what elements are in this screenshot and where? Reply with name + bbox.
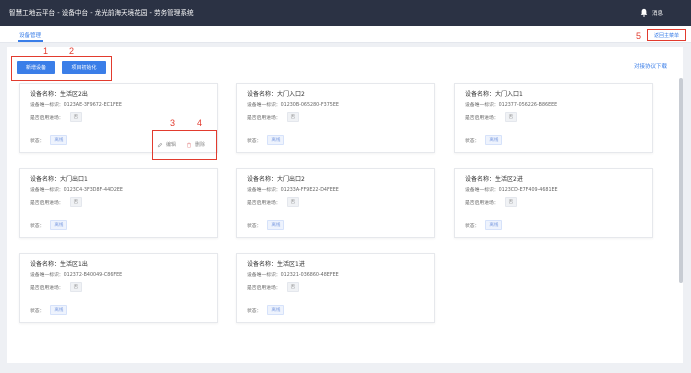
annotation-number-2: 2 — [69, 46, 75, 56]
device-status-row: 状态： 离线 — [465, 220, 503, 230]
status-badge: 离线 — [267, 305, 285, 315]
device-card[interactable]: 设备名称：大门入口1 设备唯一标识：012377-056226-B86EEE 是否启… — [454, 83, 653, 153]
enabled-tag: 否 — [69, 282, 83, 292]
device-uid: 设备唯一标识：0123AE-3F9672-EC1FEE — [30, 103, 122, 108]
app-title: 智慧工地云平台 - 设备中台 - 龙光前海天境花园 - 劳务管理系统 — [9, 9, 194, 17]
device-status-row: 状态： 离线 — [465, 135, 503, 145]
delete-action[interactable]: 删除 — [186, 141, 205, 148]
device-uid: 设备唯一标识：0123C4-3F3D8F-44D2EE — [30, 188, 123, 193]
annotation-number-4: 4 — [197, 118, 203, 128]
top-header: 智慧工地云平台 - 设备中台 - 龙光前海天境花园 - 劳务管理系统 消息 — [0, 0, 691, 26]
message-link[interactable]: 消息 — [652, 9, 663, 17]
device-name: 设备名称：生活区2出 — [30, 91, 88, 98]
device-card[interactable]: 设备名称：生活区2进设备唯一标识：0123CD-E7F409-4681EE 是否启… — [454, 168, 653, 238]
device-name: 设备名称：生活区2进 — [465, 176, 523, 183]
annotation-number-5: 5 — [636, 31, 642, 41]
enabled-tag: 否 — [69, 112, 83, 122]
device-name: 设备名称：大门入口1 — [465, 91, 523, 98]
status-badge: 离线 — [485, 220, 503, 230]
enabled-tag: 否 — [286, 282, 300, 292]
device-enabled-row: 是否启用进场：否 — [465, 197, 518, 207]
device-name: 设备名称：大门出口1 — [30, 176, 88, 183]
device-uid: 设备唯一标识：01233A-FF9E22-D4FEEE — [247, 188, 339, 193]
device-status-row: 状态： 离线 — [247, 305, 285, 315]
scrollbar[interactable] — [679, 78, 683, 283]
device-status-row: 状态： 离线 — [30, 135, 68, 145]
trash-icon — [187, 142, 191, 148]
tab-device-management[interactable]: 设备管理 — [19, 31, 41, 39]
device-name: 设备名称：大门出口2 — [247, 176, 305, 183]
device-status-row: 状态： 离线 — [30, 220, 68, 230]
device-enabled-row: 是否启用进场：否 — [465, 112, 518, 122]
status-badge: 离线 — [50, 135, 68, 145]
device-name: 设备名称：生活区1出 — [30, 261, 88, 268]
edit-icon — [157, 142, 163, 147]
device-enabled-row: 是否启用进场：否 — [30, 282, 83, 292]
annotation-number-3: 3 — [170, 118, 176, 128]
device-card[interactable]: 设备名称：大门出口2 设备唯一标识：01233A-FF9E22-D4FEEE 是否启… — [236, 168, 435, 238]
annotation-number-1: 1 — [43, 46, 49, 56]
enabled-tag: 否 — [286, 197, 300, 207]
device-card[interactable]: 设备名称：大门出口1 设备唯一标识：0123C4-3F3D8F-44D2EE 是否启… — [19, 168, 218, 238]
device-enabled-row: 是否启用进场：否 — [247, 282, 300, 292]
device-enabled-row: 是否启用进场：否 — [30, 112, 83, 122]
bell-icon[interactable] — [640, 8, 648, 17]
active-tab-indicator — [18, 40, 43, 42]
device-status-row: 状态： 离线 — [30, 305, 68, 315]
device-status-row: 状态： 离线 — [247, 220, 285, 230]
device-uid: 设备唯一标识：01230B-065280-F375EE — [247, 103, 339, 108]
status-badge: 离线 — [485, 135, 503, 145]
device-status-row: 状态： 离线 — [247, 135, 285, 145]
device-enabled-row: 是否启用进场：否 — [247, 197, 300, 207]
device-enabled-row: 是否启用进场：否 — [247, 112, 300, 122]
status-badge: 离线 — [267, 135, 285, 145]
enabled-tag: 否 — [286, 112, 300, 122]
device-uid: 设备唯一标识：012377-056226-B86EEE — [465, 103, 558, 108]
device-name: 设备名称：生活区1进 — [247, 261, 305, 268]
device-uid: 设备唯一标识：012321-036860-48EFEE — [247, 273, 339, 278]
protocol-download-link[interactable]: 对接协议下载 — [634, 62, 667, 70]
edit-action[interactable]: 编辑 — [157, 141, 176, 148]
delete-label: 删除 — [195, 142, 206, 148]
device-name: 设备名称：大门入口2 — [247, 91, 305, 98]
tab-bar: 设备管理 — [0, 26, 691, 43]
project-init-button[interactable]: 项目初始化 — [62, 61, 106, 74]
device-card[interactable]: 设备名称：生活区1进设备唯一标识：012321-036860-48EFEE 是否启… — [236, 253, 435, 323]
device-card[interactable]: 设备名称：大门入口2 设备唯一标识：01230B-065280-F375EE 是否启… — [236, 83, 435, 153]
add-device-button[interactable]: 新增设备 — [17, 61, 55, 74]
back-to-main-menu-button[interactable]: 返回主菜单 — [647, 29, 686, 41]
status-badge: 离线 — [50, 220, 68, 230]
device-enabled-row: 是否启用进场：否 — [30, 197, 83, 207]
device-card[interactable]: 设备名称：生活区1出设备唯一标识：012372-B40049-C86FEE 是否启… — [19, 253, 218, 323]
device-uid: 设备唯一标识：012372-B40049-C86FEE — [30, 273, 123, 278]
enabled-tag: 否 — [504, 197, 518, 207]
enabled-tag: 否 — [69, 197, 83, 207]
status-badge: 离线 — [267, 220, 285, 230]
status-badge: 离线 — [50, 305, 68, 315]
device-uid: 设备唯一标识：0123CD-E7F409-4681EE — [465, 188, 558, 193]
enabled-tag: 否 — [504, 112, 518, 122]
edit-label: 编辑 — [166, 142, 177, 148]
